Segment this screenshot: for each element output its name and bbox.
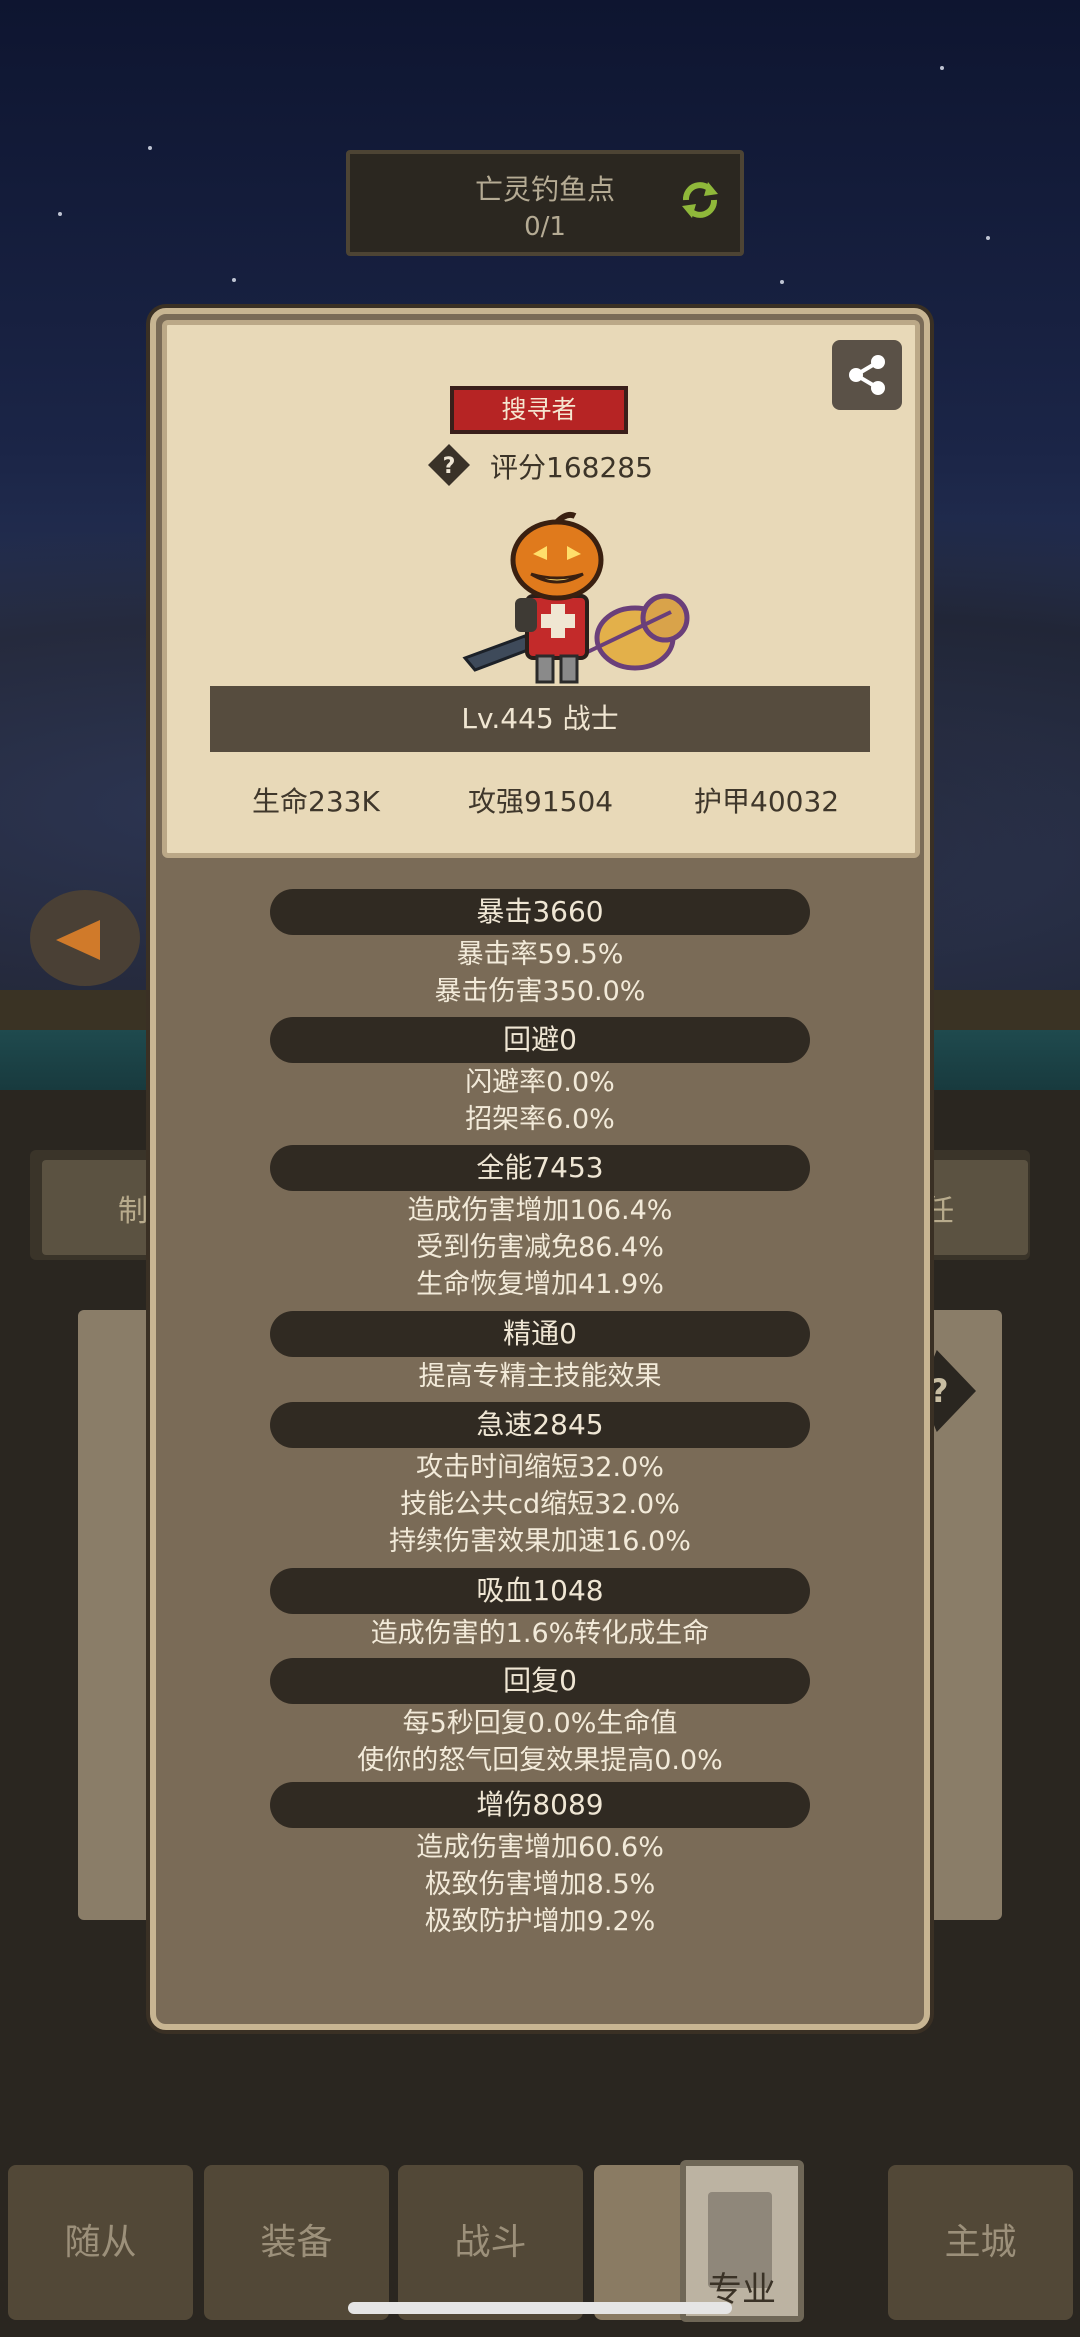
section-header-haste: 急速2845 — [270, 1402, 810, 1448]
section-line: 技能公共cd缩短32.0% — [400, 1489, 680, 1520]
star — [232, 278, 236, 282]
score-value: 评分168285 — [490, 451, 653, 484]
section-line: 使你的怒气回复效果提高0.0% — [357, 1745, 723, 1776]
section-line: 生命恢复增加41.9% — [416, 1269, 664, 1300]
title-badge: 搜寻者 — [450, 386, 628, 434]
section-line: 攻击时间缩短32.0% — [416, 1452, 664, 1483]
star — [58, 212, 62, 216]
svg-text:?: ? — [443, 454, 456, 479]
section-line: 受到伤害减免86.4% — [416, 1232, 664, 1263]
star — [940, 66, 944, 70]
nav-label: 装备 — [260, 2222, 333, 2263]
stat-armor: 护甲40032 — [694, 785, 840, 818]
section-line: 闪避率0.0% — [465, 1067, 615, 1098]
nav-main-city[interactable]: 主城 — [888, 2165, 1073, 2320]
section-line: 极致防护增加9.2% — [424, 1906, 656, 1937]
section-line: 暴击伤害350.0% — [434, 976, 646, 1007]
star — [780, 280, 784, 284]
level-class-bar: Lv.445 战士 — [210, 686, 870, 752]
nav-label: 主城 — [944, 2222, 1017, 2263]
nav-followers[interactable]: 随从 — [8, 2165, 193, 2320]
section-header-damage-bonus: 增伤8089 — [270, 1782, 810, 1828]
share-icon — [849, 355, 885, 395]
section-line: 造成伤害的1.6%转化成生命 — [370, 1618, 710, 1649]
stat-health: 生命233K — [252, 785, 380, 818]
section-header-lifesteal: 吸血1048 — [270, 1568, 810, 1614]
character-avatar — [462, 511, 690, 684]
score-help-icon[interactable]: ? — [428, 444, 470, 486]
section-line: 造成伤害增加106.4% — [407, 1195, 673, 1226]
home-indicator[interactable] — [348, 2302, 732, 2314]
section-line: 暴击率59.5% — [456, 939, 624, 970]
section-header-crit: 暴击3660 — [270, 889, 810, 935]
section-header-mastery: 精通0 — [270, 1311, 810, 1357]
star — [148, 146, 152, 150]
section-line: 提高专精主技能效果 — [418, 1361, 662, 1392]
nav-battle[interactable]: 战斗 — [398, 2165, 583, 2320]
back-arrow-button[interactable] — [30, 890, 140, 986]
fishing-spot-banner[interactable]: 亡灵钓鱼点 0/1 — [346, 150, 744, 256]
nav-equipment[interactable]: 装备 — [204, 2165, 389, 2320]
section-line: 招架率6.0% — [465, 1104, 615, 1135]
refresh-icon[interactable] — [678, 178, 722, 222]
section-line: 造成伤害增加60.6% — [416, 1832, 664, 1863]
section-header-avoidance: 回避0 — [270, 1017, 810, 1063]
section-line: 极致伤害增加8.5% — [424, 1869, 656, 1900]
section-header-versatility: 全能7453 — [270, 1145, 810, 1191]
section-header-regen: 回复0 — [270, 1658, 810, 1704]
share-button[interactable] — [832, 340, 902, 410]
star — [986, 236, 990, 240]
nav-label: 战斗 — [454, 2222, 527, 2263]
help-bubble-question: ? — [930, 1372, 949, 1410]
section-line: 持续伤害效果加速16.0% — [389, 1526, 691, 1557]
stat-attack-power: 攻强91504 — [468, 785, 614, 818]
nav-label: 随从 — [64, 2222, 137, 2263]
background-tab-left-label: 制 — [118, 1194, 148, 1229]
section-line: 每5秒回复0.0%生命值 — [402, 1708, 678, 1739]
